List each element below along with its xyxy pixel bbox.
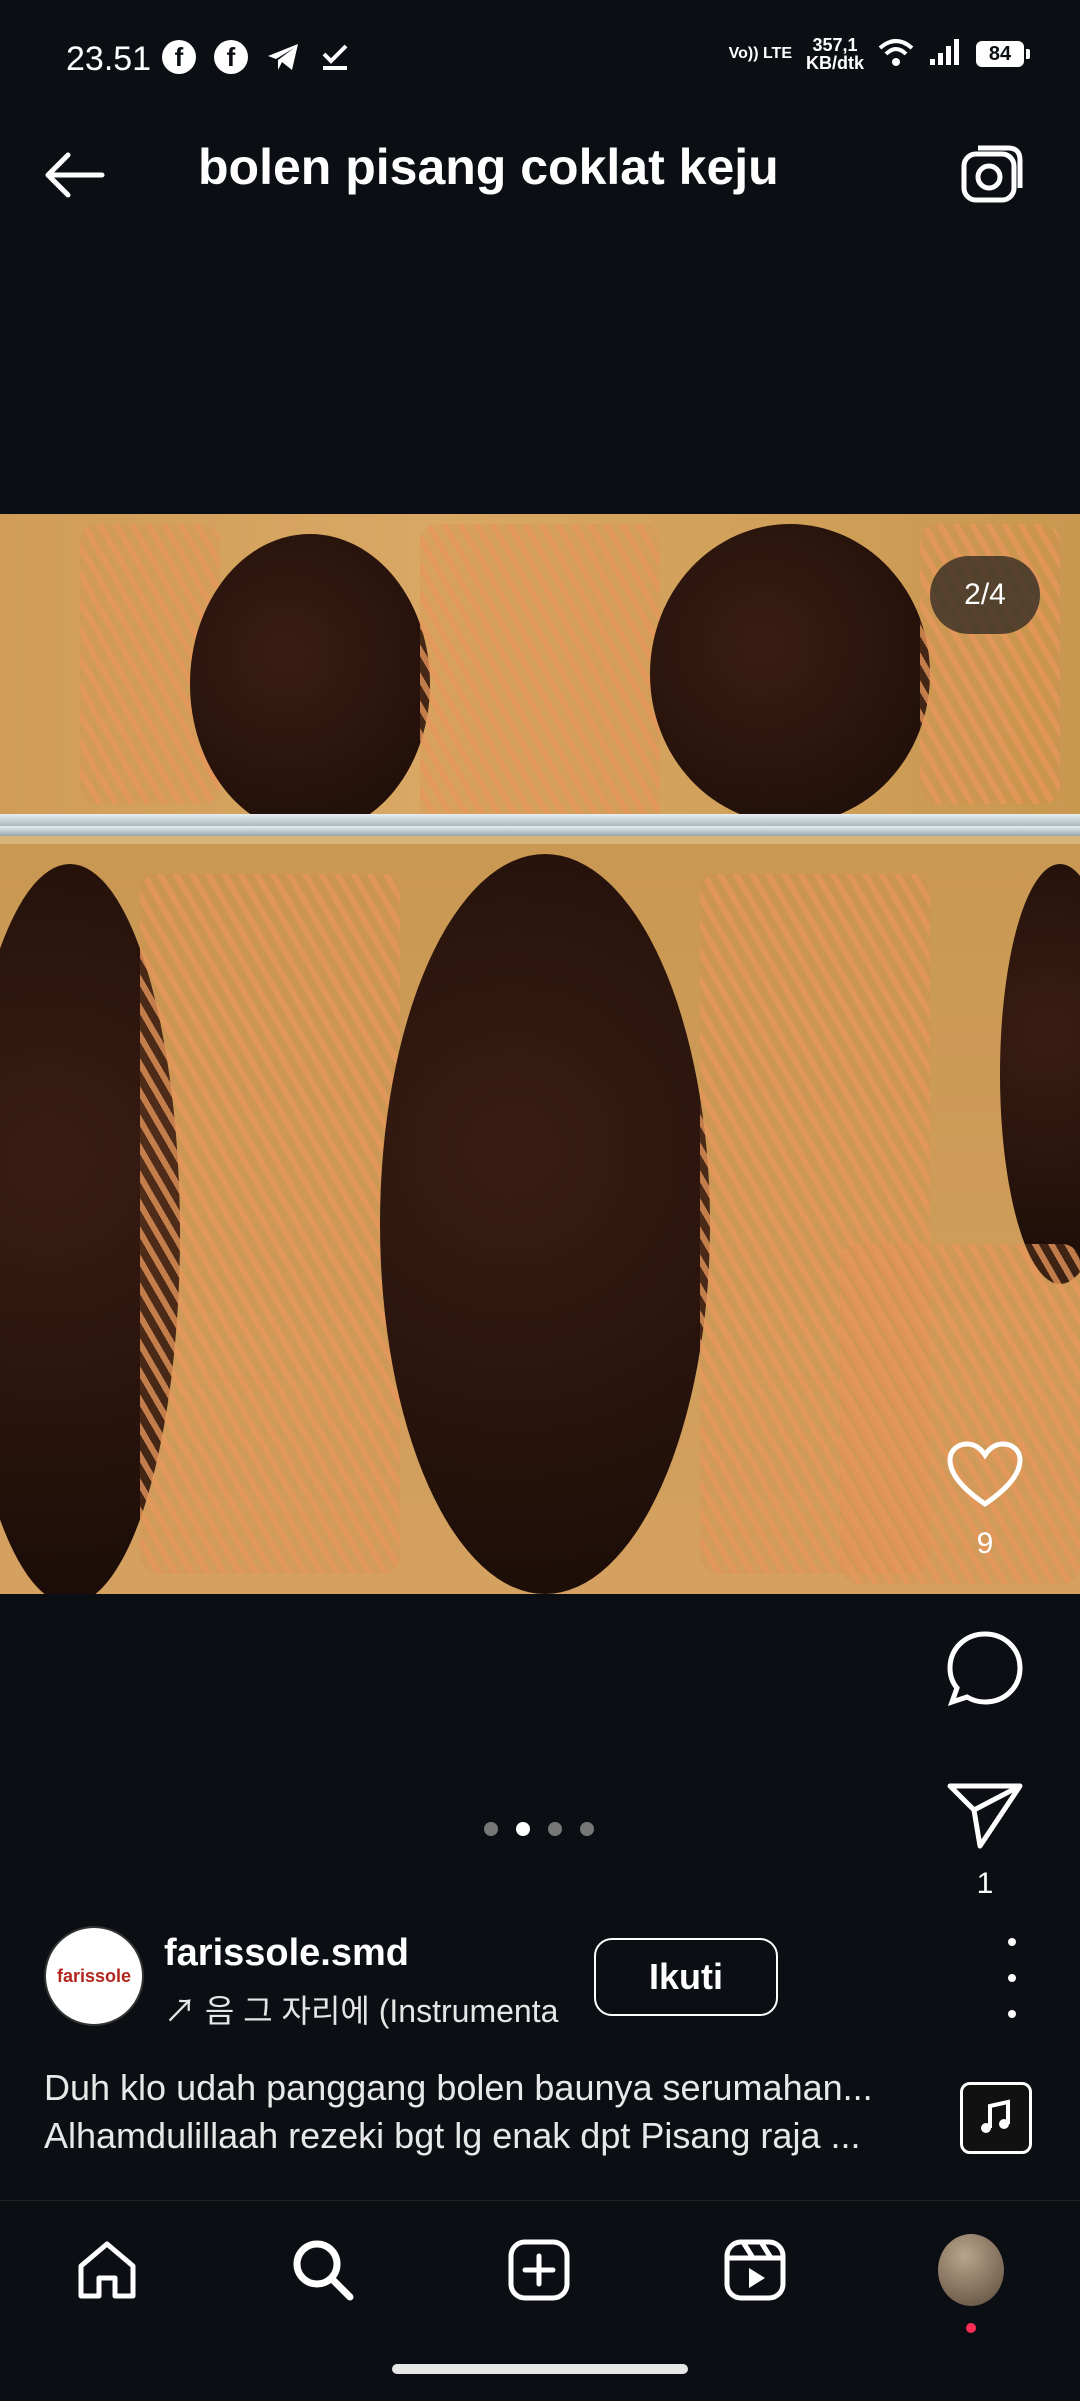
comment-button[interactable]	[920, 1630, 1050, 1713]
add-post-icon	[508, 2239, 570, 2301]
status-time: 23.51	[66, 40, 152, 78]
home-icon	[78, 2241, 136, 2299]
like-button[interactable]	[920, 1440, 1050, 1515]
heart-icon	[947, 1441, 1023, 1508]
profile-avatar	[936, 2232, 1006, 2308]
tray-rail	[0, 826, 1080, 836]
camera-button[interactable]	[960, 144, 1024, 208]
carousel-dot-active	[516, 1822, 530, 1836]
nav-home[interactable]	[72, 2235, 142, 2305]
music-label[interactable]: ↗ 음 그 자리에 (Instrumenta	[164, 1986, 564, 2032]
audio-thumbnail[interactable]	[960, 2082, 1032, 2154]
nav-reels[interactable]	[720, 2235, 790, 2305]
more-dot-icon	[1008, 1974, 1016, 1982]
more-dot-icon	[1008, 2010, 1016, 2018]
baking-tray-bottom	[0, 844, 1080, 1594]
telegram-icon	[266, 40, 300, 74]
top-header: bolen pisang coklat keju	[0, 120, 1080, 230]
system-icons: Vo)) LTE 357,1 KB/dtk 84	[728, 36, 1030, 72]
music-note-icon	[981, 2099, 1010, 2133]
carousel-dot	[580, 1822, 594, 1836]
chocolate-sprinkles	[1000, 864, 1080, 1284]
more-dot-icon	[1008, 1938, 1016, 1946]
send-icon	[947, 1783, 1023, 1849]
status-bar: 23.51 f f Vo)) LTE 357,1 KB/dtk 84	[0, 0, 1080, 96]
comment-action	[920, 1630, 1050, 1713]
camera-icon	[961, 145, 1023, 203]
carousel-dot	[548, 1822, 562, 1836]
task-done-icon	[318, 40, 352, 74]
nav-profile[interactable]	[936, 2232, 1006, 2333]
baking-tray-top	[0, 514, 1080, 834]
like-count: 9	[976, 1527, 994, 1560]
like-action: 9	[920, 1440, 1050, 1561]
nav-create[interactable]	[504, 2235, 574, 2305]
author-row: farissole farissole.smd ↗ 음 그 자리에 (Instr…	[0, 1918, 1080, 2038]
facebook-icon: f	[162, 40, 196, 74]
page-title: bolen pisang coklat keju	[198, 139, 779, 195]
share-button[interactable]	[920, 1780, 1050, 1855]
speed-unit: KB/dtk	[806, 53, 864, 73]
comment-icon	[947, 1631, 1023, 1706]
notification-dot	[966, 2323, 976, 2333]
signal-icon	[928, 37, 962, 72]
notification-icons: f f	[162, 40, 352, 74]
more-options-button[interactable]	[992, 1938, 1032, 2018]
follow-button[interactable]: Ikuti	[594, 1938, 778, 2016]
share-action: 1	[920, 1780, 1050, 1901]
network-speed: 357,1 KB/dtk	[806, 36, 864, 72]
post-caption[interactable]: Duh klo udah panggang bolen baunya serum…	[44, 2064, 944, 2160]
carousel-dot	[484, 1822, 498, 1836]
chocolate-sprinkles	[190, 534, 430, 834]
battery-indicator: 84	[976, 41, 1030, 67]
post-photo[interactable]: 2/4	[0, 514, 1080, 1594]
caption-line: Alhamdulillaah rezeki bgt lg enak dpt Pi…	[44, 2115, 861, 2156]
back-arrow-icon	[45, 152, 105, 198]
wifi-icon	[878, 38, 914, 71]
lte-indicator: Vo)) LTE	[728, 45, 792, 62]
chocolate-sprinkles	[650, 524, 930, 824]
reels-icon	[724, 2239, 786, 2301]
carousel-indicator	[484, 1822, 594, 1836]
cheese-topping	[420, 524, 660, 824]
nav-search[interactable]	[288, 2235, 358, 2305]
home-indicator[interactable]	[392, 2364, 688, 2374]
photo-pager: 2/4	[930, 556, 1040, 634]
cheese-topping	[140, 874, 400, 1574]
share-count: 1	[976, 1867, 994, 1900]
back-button[interactable]	[40, 150, 110, 200]
chocolate-sprinkles	[380, 854, 710, 1594]
author-username[interactable]: farissole.smd	[164, 1932, 409, 1975]
author-avatar[interactable]: farissole	[44, 1926, 144, 2026]
avatar-logo-text: farissole	[56, 1965, 132, 1986]
caption-line: Duh klo udah panggang bolen baunya serum…	[44, 2067, 873, 2108]
facebook-icon: f	[214, 40, 248, 74]
search-icon	[293, 2240, 354, 2301]
speed-value: 357,1	[812, 35, 858, 55]
